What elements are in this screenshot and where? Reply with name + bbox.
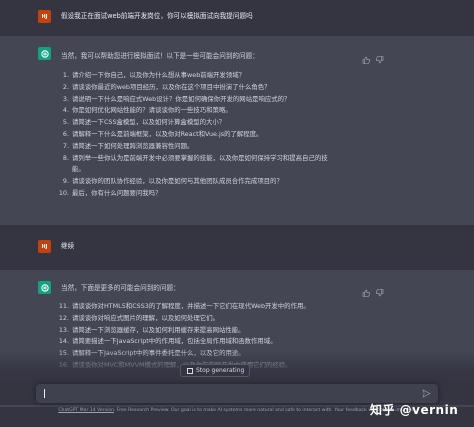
question-list-1: 1. 请介绍一下你自己，以及你为什么想从事web前端开发领域？ 2. 请谈谈你最近的w… [58, 70, 398, 200]
list-item-number: 12. [58, 313, 69, 322]
list-item: 13. 请简述一下浏览器缓存，以及如何利用缓存来提高网站性能。 [58, 325, 398, 337]
list-item-number: 1. [62, 71, 69, 79]
list-item-text: 你是如何优化网站性能的？请谈谈你的一些技巧和策略。 [72, 106, 232, 115]
user-avatar: HJ [38, 240, 51, 253]
list-item-text: 请谈谈你的团队协作经验，以及你是如何与其他团队成员合作完成项目的？ [72, 177, 283, 186]
answer-intro: 当然，下面是更多的可能会问到的问题： [61, 284, 180, 292]
list-item-number: 2. [62, 82, 69, 91]
list-item-number: 13. [58, 325, 69, 334]
list-item: 4. 你是如何优化网站性能的？请谈谈你的一些技巧和策略。 [58, 105, 398, 117]
list-item-number: 9. [62, 177, 69, 186]
stop-generating-label: Stop generating [196, 367, 245, 374]
send-icon[interactable] [422, 389, 431, 398]
zhihu-watermark: 知乎 @vernin [370, 403, 459, 417]
feedback-icons [362, 49, 384, 64]
list-item-text: 请解释一下什么是前端框架，以及你对React和Vue.js的了解程度。 [72, 129, 263, 138]
user-avatar: HJ [38, 10, 51, 23]
list-item: 2. 请谈谈你最近的web项目经历，以及你在这个项目中扮演了什么角色？ [58, 82, 398, 94]
user-message-1: HJ 假设我正在面试web前端开发岗位，你可以模拟面试向我提问题吗 [0, 0, 474, 36]
list-item: 14. 请简要描述一下JavaScript中的作用域，包括全局作用域和函数作用域。 [58, 336, 398, 348]
list-item-text: 请简要描述一下JavaScript中的作用域，包括全局作用域和函数作用域。 [72, 337, 277, 346]
thumbs-down-icon[interactable] [376, 282, 384, 297]
stop-square-icon [187, 367, 193, 374]
list-item-number: 3. [62, 94, 69, 103]
answer-intro: 当然，我可以帮助您进行模拟面试！以下是一些可能会问到的问题： [61, 52, 259, 60]
list-item-text: 请列举一些你认为是前端开发中必须要掌握的技能，以及你是如何保持学习和提高自己的技 [72, 153, 328, 162]
thumbs-down-icon[interactable] [376, 49, 384, 64]
feedback-icons [362, 282, 384, 297]
stop-generating-button[interactable]: Stop generating [180, 364, 250, 377]
list-item-number: 14. [58, 337, 69, 346]
list-item-text: 最后，你有什么问题要问我吗？ [72, 188, 162, 197]
user-message-text: 假设我正在面试web前端开发岗位，你可以模拟面试向我提问题吗 [61, 12, 253, 20]
list-item: 9. 请谈谈你的团队协作经验，以及你是如何与其他团队成员合作完成项目的？ [58, 176, 398, 188]
list-item: 1. 请介绍一下你自己，以及你为什么想从事web前端开发领域？ [58, 70, 398, 82]
list-item: 6. 请解释一下什么是前端框架，以及你对React和Vue.js的了解程度。 [58, 129, 398, 141]
list-item: 能。 [58, 164, 398, 176]
user-message-text: 继续 [61, 242, 75, 250]
list-item-number: 11. [58, 302, 69, 310]
version-link[interactable]: ChatGPT Mar 14 Version [58, 408, 114, 413]
list-item-text: 能。 [72, 165, 85, 174]
list-item-text: 请谈谈你最近的web项目经历，以及你在这个项目中扮演了什么角色？ [72, 82, 271, 91]
user-message-2: HJ 继续 [0, 225, 474, 270]
list-item: 8. 请列举一些你认为是前端开发中必须要掌握的技能，以及你是如何保持学习和提高自己… [58, 153, 398, 165]
thumbs-up-icon[interactable] [362, 49, 370, 64]
chatgpt-logo-icon [38, 281, 51, 294]
list-item-text: 请谈谈你对HTML5和CSS3的了解程度，并描述一下它们在现代Web开发中的作用… [72, 302, 310, 310]
list-item-text: 请简述一下浏览器缓存，以及如何利用缓存来提高网站性能。 [72, 325, 245, 334]
list-item-text: 请介绍一下你自己，以及你为什么想从事web前端开发领域？ [72, 71, 245, 79]
list-item-number: 6. [62, 129, 69, 138]
assistant-message-1: 当然，我可以帮助您进行模拟面试！以下是一些可能会问到的问题： 1. 请介绍一下你自… [0, 36, 474, 225]
list-item-number: 4. [62, 106, 69, 115]
list-item: 11. 请谈谈你对HTML5和CSS3的了解程度，并描述一下它们在现代Web开发中… [58, 301, 398, 313]
thumbs-up-icon[interactable] [362, 282, 370, 297]
list-item-number: 8. [62, 153, 69, 162]
list-item: 7. 请简述一下如何处理跨浏览器兼容性问题。 [58, 141, 398, 153]
list-item-text: 请说明一下什么是响应式Web设计？你是如何确保你开发的网站是响应式的？ [72, 94, 291, 103]
list-item: 5. 请简述一下CSS盒模型，以及如何计算盒模型的大小？ [58, 117, 398, 129]
text-cursor [44, 389, 45, 398]
list-item: 3. 请说明一下什么是响应式Web设计？你是如何确保你开发的网站是响应式的？ [58, 94, 398, 106]
list-item-text: 请简述一下如何处理跨浏览器兼容性问题。 [72, 141, 194, 150]
chatgpt-logo-icon [38, 47, 51, 60]
list-item-number: 7. [62, 141, 69, 150]
list-item-text: 请简述一下CSS盒模型，以及如何计算盒模型的大小？ [72, 118, 226, 127]
list-item-number: 10. [58, 188, 69, 197]
list-item-text: 请谈谈你对响应式图片的理解，以及如何处理它们。 [72, 313, 219, 322]
list-item: 12. 请谈谈你对响应式图片的理解，以及如何处理它们。 [58, 313, 398, 325]
list-item: 10. 最后，你有什么问题要问我吗？ [58, 188, 398, 200]
list-item-number: 5. [62, 118, 69, 127]
